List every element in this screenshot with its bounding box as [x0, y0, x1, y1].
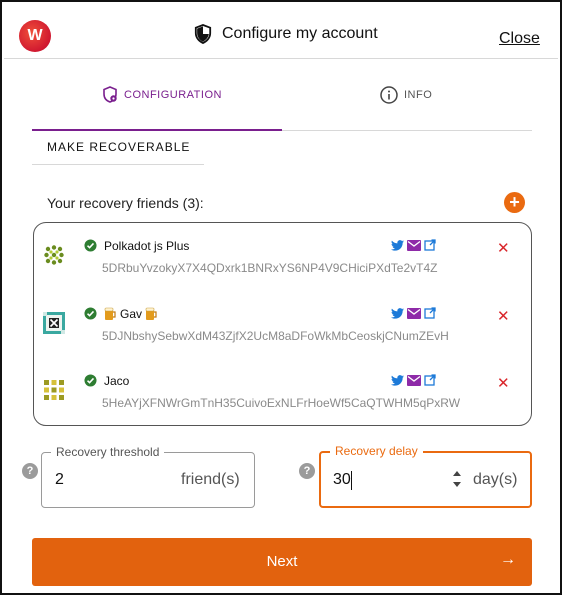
shield-icon [194, 24, 212, 44]
arrow-right-icon: → [500, 551, 516, 568]
social-links [391, 374, 436, 386]
next-label: Next [266, 553, 298, 570]
remove-friend-button[interactable]: ✕ [497, 376, 510, 391]
friend-name-text: Jaco [104, 374, 130, 388]
email-icon[interactable] [407, 307, 421, 319]
twitter-icon[interactable] [391, 307, 404, 319]
friend-name: Jaco [104, 374, 129, 388]
polkadot-identicon [43, 379, 65, 401]
threshold-value: 2 [55, 471, 64, 488]
list-item: Gav 5DJNbshySebwXdM43ZjfX2UcM8aDFoWkMbCe… [34, 307, 531, 367]
friend-name-text: Polkadot js Plus [104, 239, 190, 253]
email-icon[interactable] [407, 374, 421, 386]
verified-check-icon [84, 374, 97, 387]
tab-configuration-label: CONFIGURATION [124, 88, 222, 101]
active-tab-indicator [32, 129, 282, 131]
header-divider [4, 58, 558, 59]
close-link[interactable]: Close [499, 30, 540, 48]
dialog-header: Configure my account [194, 24, 378, 44]
beer-icon [145, 307, 157, 320]
external-link-icon[interactable] [424, 374, 436, 386]
add-friend-button[interactable]: + [504, 192, 525, 213]
text-cursor [351, 471, 352, 490]
beer-icon [104, 307, 116, 320]
remove-friend-button[interactable]: ✕ [497, 241, 510, 256]
delay-unit: day(s) [473, 471, 518, 488]
polkadot-identicon [43, 312, 65, 334]
recovery-threshold-field[interactable]: Recovery threshold 2 friend(s) [41, 445, 255, 508]
social-links [391, 239, 436, 251]
dialog: W Configure my account Close CONFIGURATI… [0, 0, 562, 595]
friend-name-text: Gav [120, 307, 143, 321]
verified-check-icon [84, 239, 97, 252]
social-links [391, 307, 436, 319]
polkadot-identicon [44, 245, 64, 265]
remove-friend-button[interactable]: ✕ [497, 309, 510, 324]
email-icon[interactable] [407, 239, 421, 251]
delay-label: Recovery delay [330, 444, 423, 458]
friends-label: Your recovery friends (3): [47, 195, 204, 211]
delay-value: 30 [333, 471, 351, 488]
recovery-delay-field[interactable]: Recovery delay 30 day(s) [319, 444, 532, 508]
tab-info-label: INFO [404, 89, 433, 101]
logo-letter: W [27, 27, 43, 44]
tab-configuration[interactable]: CONFIGURATION [102, 86, 222, 103]
threshold-unit: friend(s) [181, 471, 240, 488]
friend-name: Gav [104, 307, 158, 321]
plus-icon: + [509, 192, 520, 212]
verified-check-icon [84, 307, 97, 320]
twitter-icon[interactable] [391, 239, 404, 251]
number-spinner-icon[interactable] [452, 467, 462, 491]
threshold-label: Recovery threshold [51, 445, 165, 459]
tab-info[interactable]: INFO [380, 86, 432, 104]
friends-list: Polkadot js Plus 5DRbuYvzokyX7X4QDxrk1BN… [33, 222, 532, 426]
friend-name: Polkadot js Plus [104, 239, 189, 253]
shield-gear-icon [103, 86, 117, 103]
threshold-help-icon[interactable]: ? [22, 463, 38, 479]
list-item: Jaco 5HeAYjXFNWrGmTnH35CuivoExNLFrHoeWf5… [34, 374, 531, 434]
dialog-title: Configure my account [222, 25, 378, 42]
external-link-icon[interactable] [424, 239, 436, 251]
friend-address: 5HeAYjXFNWrGmTnH35CuivoExNLFrHoeWf5CaQTW… [102, 396, 461, 410]
section-title: MAKE RECOVERABLE [47, 140, 191, 154]
section-underline [32, 164, 204, 165]
list-item: Polkadot js Plus 5DRbuYvzokyX7X4QDxrk1BN… [34, 239, 531, 299]
friend-address: 5DRbuYvzokyX7X4QDxrk1BNRxYS6NP4V9CHiciPX… [102, 261, 438, 275]
friend-address: 5DJNbshySebwXdM43ZjfX2UcM8aDFoWkMbCeoskj… [102, 329, 449, 343]
delay-help-icon[interactable]: ? [299, 463, 315, 479]
app-logo: W [19, 20, 51, 52]
info-circle-icon [380, 86, 398, 104]
twitter-icon[interactable] [391, 374, 404, 386]
next-button[interactable]: Next → [32, 538, 532, 586]
external-link-icon[interactable] [424, 307, 436, 319]
